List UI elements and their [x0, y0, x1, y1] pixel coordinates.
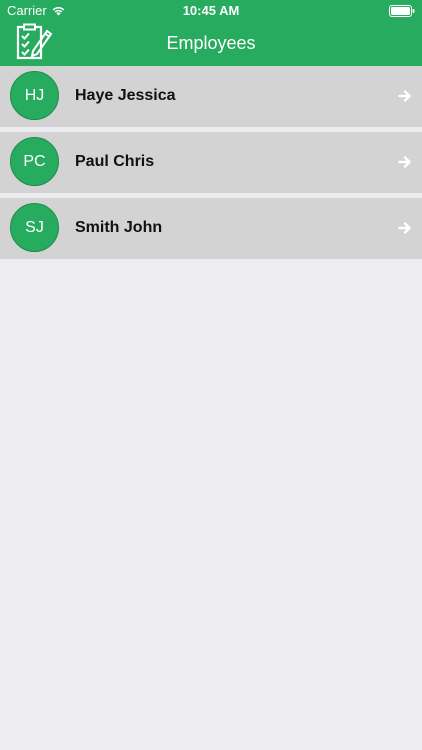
battery-icon	[389, 5, 415, 17]
nav-bar: Employees	[0, 22, 422, 66]
app: Carrier 10:45 AM Employees HJ Haye Jessi…	[0, 0, 422, 750]
status-bar: Carrier 10:45 AM	[0, 0, 422, 22]
employee-name: Paul Chris	[75, 153, 155, 170]
header: Carrier 10:45 AM Employees	[0, 0, 422, 66]
avatar: PC	[10, 137, 59, 186]
avatar: HJ	[10, 71, 59, 120]
page-title: Employees	[166, 33, 256, 53]
arrow-right-icon	[398, 156, 411, 168]
employee-list: HJ Haye Jessica PC Paul Chris SJ Smith J…	[0, 66, 422, 264]
employee-row-smith-john[interactable]: SJ Smith John	[0, 198, 422, 259]
employee-row-haye-jessica[interactable]: HJ Haye Jessica	[0, 66, 422, 127]
arrow-right-icon	[398, 90, 411, 102]
arrow-right-icon	[398, 222, 411, 234]
employee-name: Haye Jessica	[75, 87, 176, 104]
avatar: SJ	[10, 203, 59, 252]
employee-row-paul-chris[interactable]: PC Paul Chris	[0, 132, 422, 193]
employee-name: Smith John	[75, 219, 163, 236]
status-time: 10:45 AM	[182, 3, 240, 18]
